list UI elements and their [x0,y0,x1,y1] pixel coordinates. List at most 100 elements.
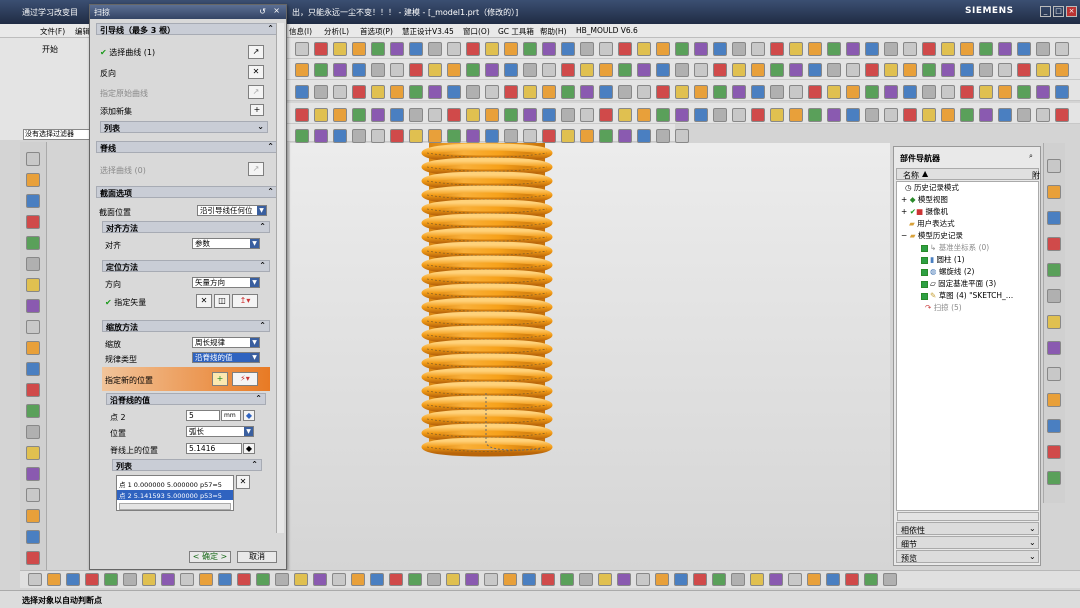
resource-tool-icon[interactable] [26,257,40,271]
tree-helix[interactable]: ◍ 螺旋线 (2) [921,266,974,278]
section-dependencies[interactable]: 相依性 ⌄ [896,522,1039,535]
toolbar-tool-icon[interactable] [789,63,803,77]
resource-tool-icon[interactable] [26,467,40,481]
toolbar-tool-icon[interactable] [504,42,518,56]
toolbar-tool-icon[interactable] [599,129,613,143]
resource-tool-icon[interactable] [1047,211,1061,225]
toolbar-tool-icon[interactable] [485,129,499,143]
graphics-viewport[interactable] [290,143,890,570]
toolbar-tool-icon[interactable] [484,573,498,586]
toolbar-tool-icon[interactable] [845,573,859,586]
law-type-select[interactable]: 沿脊线的值 ▼ [192,352,260,363]
toolbar-tool-icon[interactable] [675,129,689,143]
toolbar-tool-icon[interactable] [313,573,327,586]
toolbar-tool-icon[interactable] [846,108,860,122]
toolbar-tool-icon[interactable] [846,42,860,56]
toolbar-tool-icon[interactable] [85,573,99,586]
toolbar-tool-icon[interactable] [295,85,309,99]
tree-cylinder[interactable]: ▮ 圆柱 (1) [921,254,965,266]
navigator-tree[interactable]: ◷ 历史记录模式 + ◆ 模型视图 + ✔■ 摄像机 ▰ 用户表达式 − ▰ 模… [896,181,1039,511]
list-item[interactable]: 点 1 0.000000 5.000000 p57=5 [119,479,222,489]
toolbar-tool-icon[interactable] [599,108,613,122]
toolbar-tool-icon[interactable] [1055,108,1069,122]
toolbar-tool-icon[interactable] [693,573,707,586]
restore-icon[interactable]: □ [1053,6,1064,17]
toolbar-tool-icon[interactable] [618,42,632,56]
toolbar-tool-icon[interactable] [332,573,346,586]
toolbar-tool-icon[interactable] [447,108,461,122]
direction-select[interactable]: 矢量方向 ▼ [192,277,260,288]
toolbar-tool-icon[interactable] [656,108,670,122]
toolbar-tool-icon[interactable] [903,108,917,122]
toolbar-tool-icon[interactable] [1017,108,1031,122]
toolbar-tool-icon[interactable] [1036,108,1050,122]
toolbar-tool-icon[interactable] [466,63,480,77]
toolbar-tool-icon[interactable] [713,85,727,99]
toolbar-tool-icon[interactable] [542,85,556,99]
toolbar-tool-icon[interactable] [960,42,974,56]
toolbar-tool-icon[interactable] [694,63,708,77]
toolbar-tool-icon[interactable] [390,129,404,143]
toolbar-tool-icon[interactable] [675,42,689,56]
toolbar-tool-icon[interactable] [504,129,518,143]
toolbar-tool-icon[interactable] [941,42,955,56]
toolbar-tool-icon[interactable] [960,108,974,122]
menu-gc-toolbox[interactable]: GC 工具箱 [498,26,534,37]
toolbar-tool-icon[interactable] [826,573,840,586]
point-value-input[interactable]: 5 [186,410,220,421]
toolbar-tool-icon[interactable] [922,42,936,56]
toolbar-tool-icon[interactable] [770,85,784,99]
resource-tool-icon[interactable] [26,278,40,292]
checkbox-icon[interactable] [921,268,928,276]
toolbar-tool-icon[interactable] [314,63,328,77]
toolbar-tool-icon[interactable] [1055,42,1069,56]
toolbar-tool-icon[interactable] [218,573,232,586]
tree-model-history[interactable]: − ▰ 模型历史记录 [901,230,963,242]
toolbar-tool-icon[interactable] [561,129,575,143]
toolbar-tool-icon[interactable] [770,63,784,77]
toolbar-tool-icon[interactable] [675,85,689,99]
tree-sweep[interactable]: ↷ 扫掠 (5) [925,302,962,314]
toolbar-tool-icon[interactable] [275,573,289,586]
add-new-set[interactable]: 添加新集 [100,106,132,117]
toolbar-tool-icon[interactable] [504,63,518,77]
vector-reverse-icon[interactable]: ✕ [196,294,212,308]
toolbar-tool-icon[interactable] [428,85,442,99]
toolbar-tool-icon[interactable] [770,108,784,122]
tree-user-expressions[interactable]: ▰ 用户表达式 [909,218,955,230]
point-type-icon[interactable]: ⚡▾ [232,372,258,386]
resource-tool-icon[interactable] [26,362,40,376]
toolbar-tool-icon[interactable] [712,573,726,586]
dialog-scrollbar[interactable] [276,23,284,533]
toolbar-tool-icon[interactable] [979,108,993,122]
spine-pos-spin-icon[interactable]: ◆ [243,443,255,454]
close-icon[interactable]: × [1066,6,1077,17]
toolbar-tool-icon[interactable] [542,108,556,122]
toolbar-tool-icon[interactable] [28,573,42,586]
toolbar-tool-icon[interactable] [465,573,479,586]
toolbar-tool-icon[interactable] [599,85,613,99]
toolbar-tool-icon[interactable] [447,63,461,77]
toolbar-tool-icon[interactable] [827,42,841,56]
toolbar-tool-icon[interactable] [561,85,575,99]
toolbar-tool-icon[interactable] [466,129,480,143]
menu-file[interactable]: 文件(F) [40,26,65,37]
toolbar-tool-icon[interactable] [352,129,366,143]
value-list[interactable]: 点 1 0.000000 5.000000 p57=5 点 2 5.141593… [116,475,234,511]
toolbar-tool-icon[interactable] [865,42,879,56]
toolbar-tool-icon[interactable] [447,129,461,143]
resource-tool-icon[interactable] [1047,367,1061,381]
toolbar-tool-icon[interactable] [409,108,423,122]
resource-tool-icon[interactable] [1047,159,1061,173]
toolbar-tool-icon[interactable] [618,63,632,77]
toolbar-tool-icon[interactable] [66,573,80,586]
toolbar-tool-icon[interactable] [561,108,575,122]
resource-tool-icon[interactable] [26,551,40,565]
toolbar-tool-icon[interactable] [903,63,917,77]
toolbar-tool-icon[interactable] [503,573,517,586]
resource-tool-icon[interactable] [26,446,40,460]
toolbar-tool-icon[interactable] [922,85,936,99]
col-extra[interactable]: 附 [1032,170,1040,181]
toolbar-tool-icon[interactable] [637,108,651,122]
menu-hb-mould[interactable]: HB_MOULD V6.6 [576,26,638,35]
